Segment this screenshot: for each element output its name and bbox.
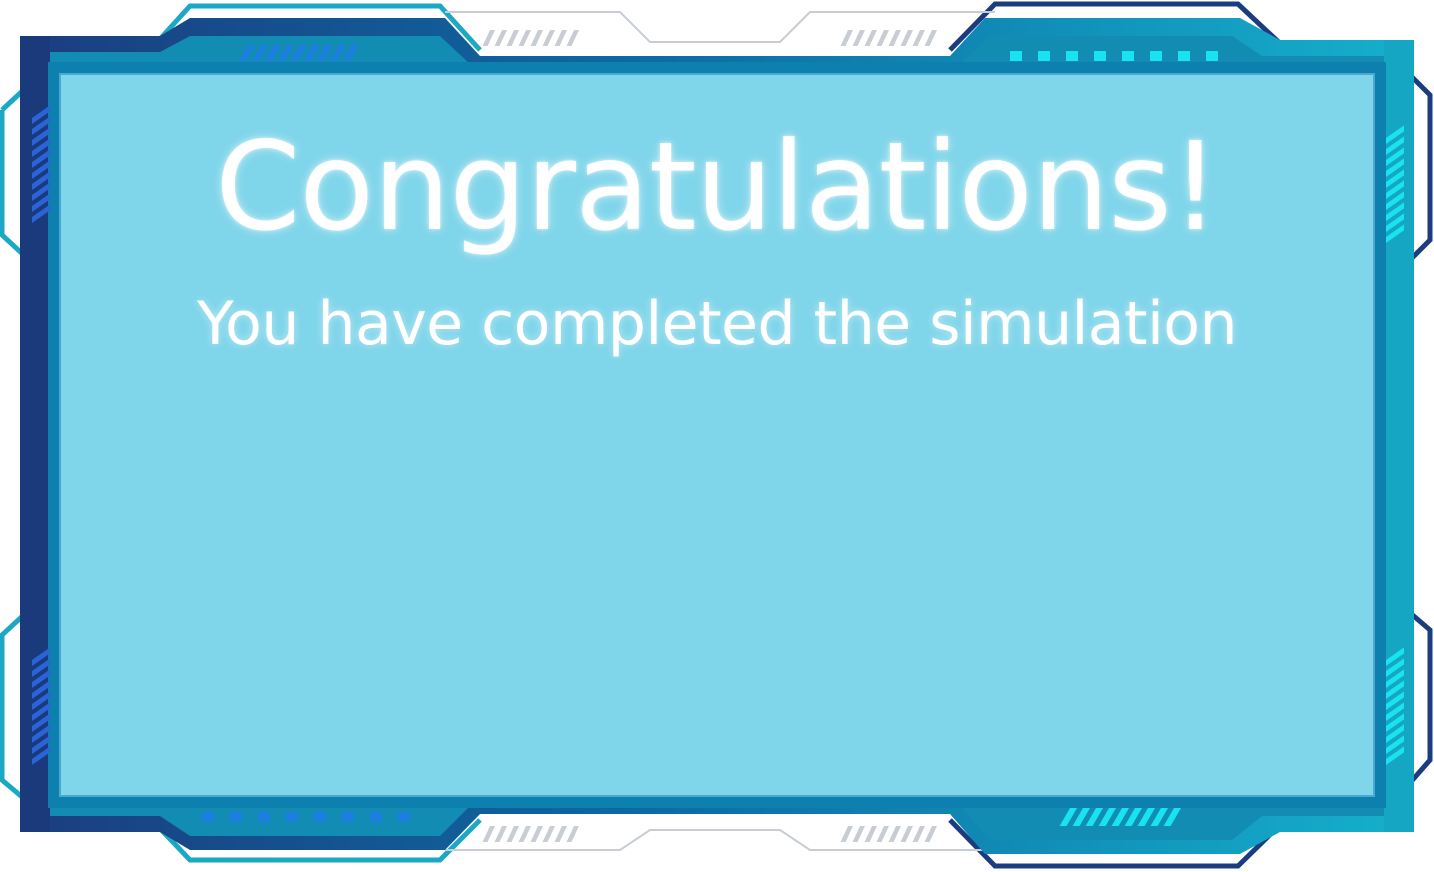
completion-message: Congratulations! You have completed the … bbox=[60, 74, 1374, 796]
completion-subtitle: You have completed the simulation bbox=[196, 289, 1238, 359]
congratulations-title: Congratulations! bbox=[215, 116, 1220, 258]
